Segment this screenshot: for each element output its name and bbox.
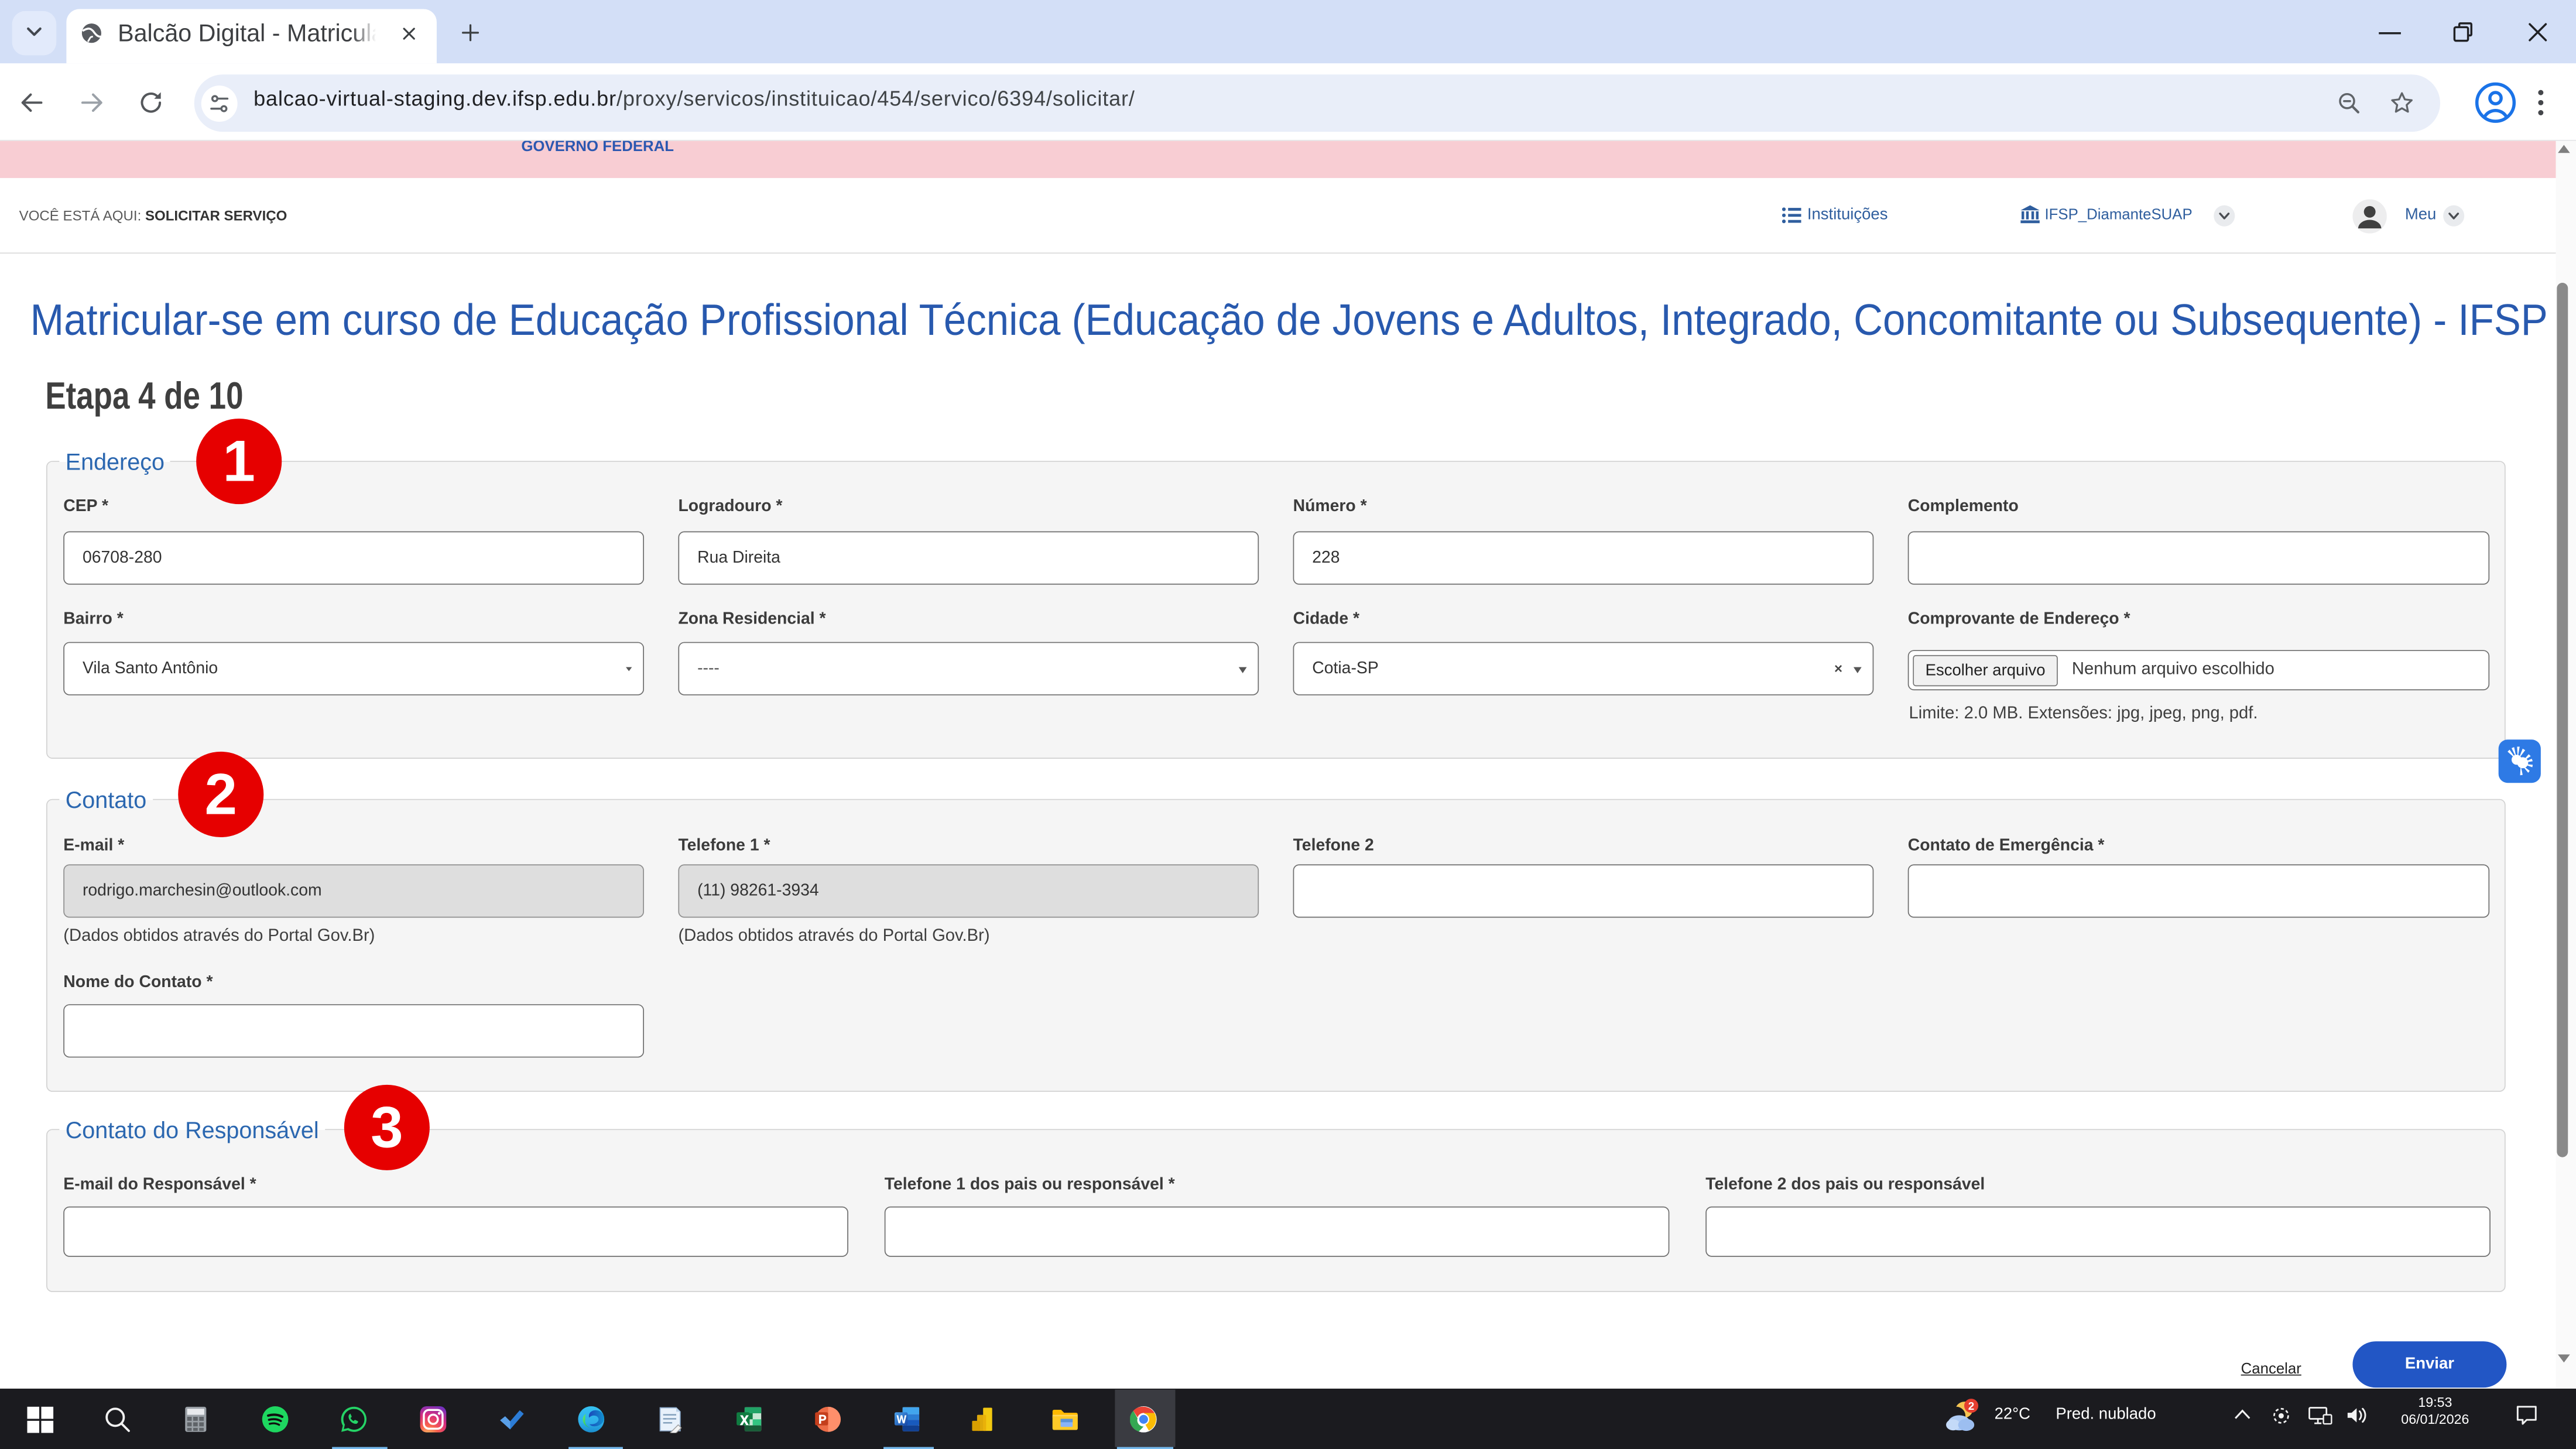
svg-text:Matricular-se em curso de Educ: Matricular-se em curso de Educação Profi…: [30, 295, 2546, 344]
svg-text:2: 2: [1968, 1400, 1975, 1413]
